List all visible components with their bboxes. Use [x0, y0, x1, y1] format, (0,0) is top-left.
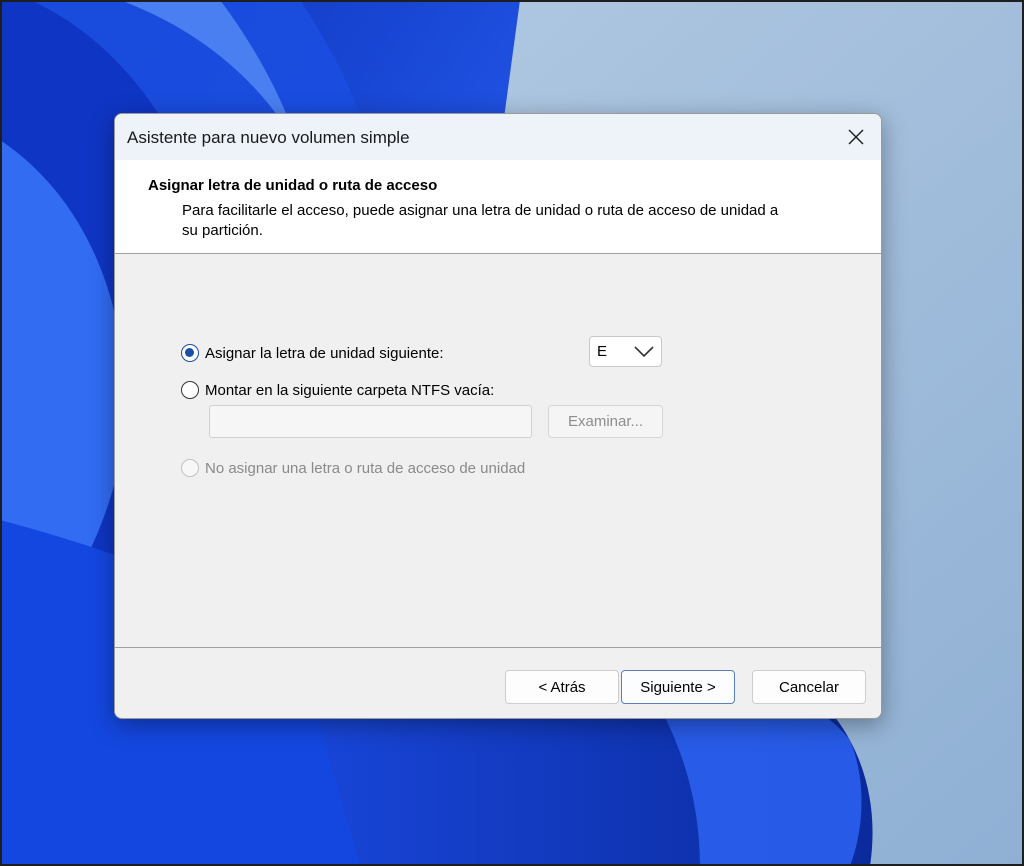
close-button[interactable] [831, 114, 881, 160]
title-bar[interactable]: Asistente para nuevo volumen simple [115, 114, 881, 160]
window-title: Asistente para nuevo volumen simple [127, 128, 410, 147]
chevron-down-icon [634, 345, 654, 357]
no-assign-label: No asignar una letra o ruta de acceso de… [205, 459, 526, 477]
mount-folder-label: Montar en la siguiente carpeta NTFS vací… [205, 381, 495, 399]
wizard-header: Asignar letra de unidad o ruta de acceso… [115, 160, 881, 254]
radio-assign-letter[interactable]: Asignar la letra de unidad siguiente: [181, 344, 444, 362]
drive-letter-select[interactable]: E [589, 336, 662, 367]
wizard-footer: < Atrás Siguiente > Cancelar [115, 647, 881, 718]
close-icon [848, 129, 864, 145]
assign-letter-label: Asignar la letra de unidad siguiente: [205, 344, 444, 362]
wizard-content [115, 254, 881, 646]
wizard-step-description: Para facilitarle el acceso, puede asigna… [182, 202, 779, 239]
radio-mount-folder[interactable]: Montar en la siguiente carpeta NTFS vací… [181, 381, 494, 399]
browse-button[interactable]: Examinar... [548, 405, 663, 438]
back-button[interactable]: < Atrás [505, 670, 619, 704]
wizard-step-title: Asignar letra de unidad o ruta de acceso [148, 177, 438, 194]
radio-no-assign[interactable]: No asignar una letra o ruta de acceso de… [181, 459, 525, 477]
radio-button[interactable] [181, 381, 199, 399]
next-button[interactable]: Siguiente > [621, 670, 735, 704]
radio-button-selected[interactable] [181, 344, 199, 362]
radio-button-disabled[interactable] [181, 459, 199, 477]
folder-path-input[interactable] [209, 405, 532, 438]
new-simple-volume-wizard-dialog: Asistente para nuevo volumen simple Asig… [114, 113, 882, 719]
drive-letter-value: E [597, 343, 608, 360]
cancel-button[interactable]: Cancelar [752, 670, 866, 704]
